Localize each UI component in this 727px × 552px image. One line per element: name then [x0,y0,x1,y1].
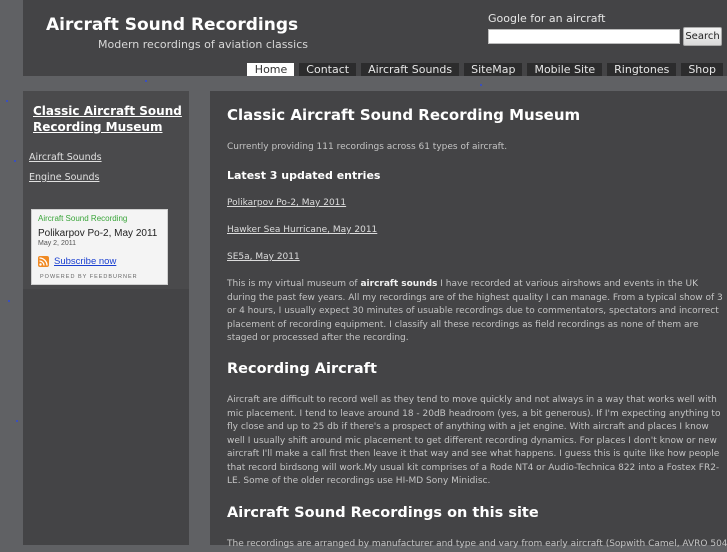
nav-aircraft-sounds[interactable]: Aircraft Sounds [361,63,460,76]
subscribe-link[interactable]: Subscribe now [54,256,116,267]
sidebar-link-aircraft-sounds[interactable]: Aircraft Sounds [29,152,102,163]
nav-ringtones[interactable]: Ringtones [607,63,677,76]
background-speck [16,420,18,422]
latest-heading: Latest 3 updated entries [227,169,381,182]
nav-shop[interactable]: Shop [681,63,723,76]
site-header: Aircraft Sound Recordings Modern recordi… [23,0,727,76]
nav-sitemap[interactable]: SiteMap [464,63,523,76]
recording-heading: Recording Aircraft [227,361,377,377]
background-speck [6,100,8,102]
site-heading: Aircraft Sound Recordings on this site [227,505,539,521]
search-button[interactable]: Search [683,27,722,46]
feedburner-widget: Aircraft Sound Recording Polikarpov Po-2… [31,209,168,285]
powered-by-feedburner[interactable]: POWERED BY FEEDBURNER [40,274,138,280]
intro-text: Currently providing 111 recordings acros… [227,142,508,152]
background-speck [8,300,10,302]
nav-home[interactable]: Home [246,63,295,76]
page-title: Classic Aircraft Sound Recording Museum [227,106,581,124]
museum-text-before: This is my virtual museum of [227,279,361,289]
search-input[interactable] [488,29,680,44]
latest-entry-link[interactable]: SE5a, May 2011 [227,252,300,262]
background-speck [145,80,147,82]
search-label: Google for an aircraft [488,12,606,25]
nav-contact[interactable]: Contact [299,63,357,76]
background-speck [480,84,482,86]
recording-paragraph: Aircraft are difficult to record well as… [227,395,721,486]
museum-text-bold: aircraft sounds [360,279,438,289]
museum-paragraph: This is my virtual museum of aircraft so… [227,278,727,346]
latest-entry-link[interactable]: Polikarpov Po-2, May 2011 [227,198,346,208]
sidebar-panel: Classic Aircraft Sound Recording Museum … [23,91,189,289]
feed-source[interactable]: Aircraft Sound Recording [38,214,127,223]
rss-icon[interactable] [38,256,49,267]
site-title[interactable]: Aircraft Sound Recordings [46,15,298,35]
sidebar-title-link[interactable]: Classic Aircraft Sound Recording Museum [33,103,183,135]
background-speck [14,160,16,162]
site-tagline: Modern recordings of aviation classics [98,38,308,51]
nav-mobile-site[interactable]: Mobile Site [527,63,603,76]
main-nav: Home Contact Aircraft Sounds SiteMap Mob… [246,63,723,76]
sidebar: Classic Aircraft Sound Recording Museum … [23,91,189,545]
main-content: Classic Aircraft Sound Recording Museum … [210,91,727,549]
feed-item-title[interactable]: Polikarpov Po-2, May 2011 [38,228,157,239]
feed-item-date: May 2, 2011 [38,240,77,247]
sidebar-link-engine-sounds[interactable]: Engine Sounds [29,172,99,183]
latest-entry-link[interactable]: Hawker Sea Hurricane, May 2011 [227,225,377,235]
